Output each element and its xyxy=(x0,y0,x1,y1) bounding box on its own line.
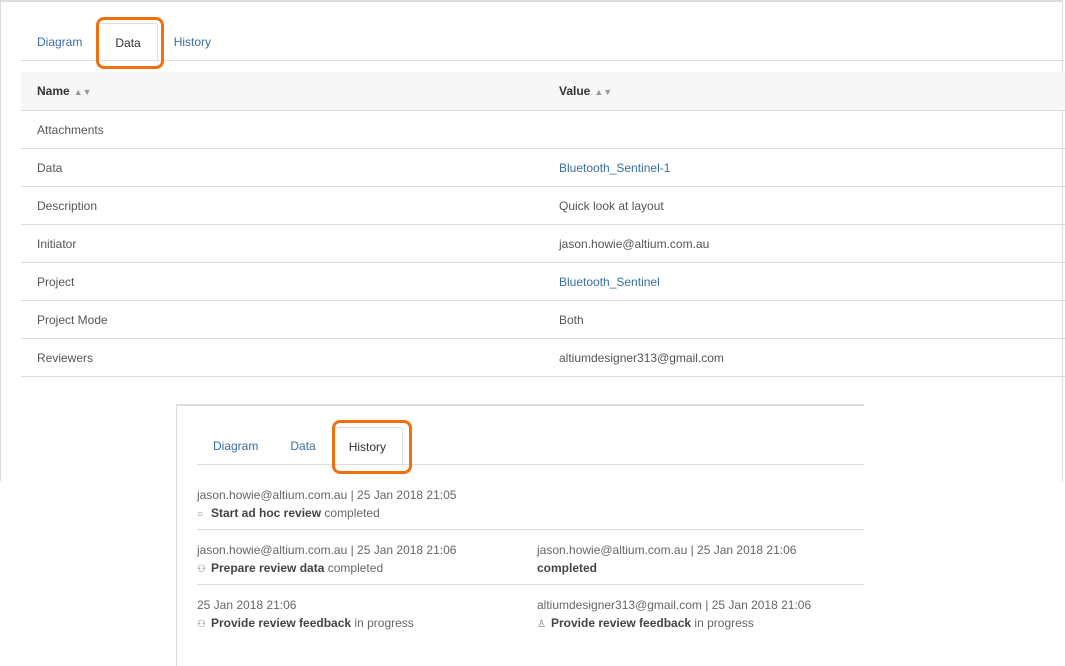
tab-history[interactable]: History xyxy=(331,427,404,467)
entry-meta: 25 Jan 2018 21:06 xyxy=(197,598,297,612)
row-name: Project Mode xyxy=(21,300,543,339)
table-row: Attachments xyxy=(21,110,1065,149)
row-value: altiumdesigner313@gmail.com xyxy=(543,338,1065,377)
table-row: Initiator jason.howie@altium.com.au xyxy=(21,224,1065,263)
user-check-icon: ⚇ xyxy=(197,564,206,575)
row-value: Bluetooth_Sentinel-1 xyxy=(543,148,1065,187)
task-name: Prepare review data xyxy=(211,561,325,575)
task-status: completed xyxy=(537,561,598,575)
tab-bar: Diagram Data History xyxy=(197,427,404,467)
column-header-value[interactable]: Value ▲▼ xyxy=(543,72,1065,111)
table-row: Project Mode Both xyxy=(21,300,1065,339)
value-text: jason.howie@altium.com.au xyxy=(559,236,710,251)
value-text: Quick look at layout xyxy=(559,198,664,213)
row-value: Bluetooth_Sentinel xyxy=(543,262,1065,301)
history-entry: altiumdesigner313@gmail.com | 25 Jan 201… xyxy=(537,596,811,634)
task-name: Provide review feedback xyxy=(551,616,692,630)
tab-diagram[interactable]: Diagram xyxy=(21,23,98,61)
tab-divider xyxy=(21,60,1064,61)
entry-meta: jason.howie@altium.com.au | 25 Jan 2018 … xyxy=(537,543,797,557)
row-value xyxy=(543,110,1065,149)
task-status: completed xyxy=(324,506,380,520)
sort-icon[interactable]: ▲▼ xyxy=(594,87,612,97)
task-name: Provide review feedback xyxy=(211,616,352,630)
table-row: Description Quick look at layout xyxy=(21,186,1065,225)
task-status: completed xyxy=(327,561,384,575)
tab-bar: Diagram Data History xyxy=(21,23,227,63)
table-row: Reviewers altiumdesigner313@gmail.com xyxy=(21,338,1065,377)
user-icon: ♙ xyxy=(537,619,546,630)
task-status: in progress xyxy=(354,616,414,630)
value-text: altiumdesigner313@gmail.com xyxy=(559,350,724,365)
row-name: Initiator xyxy=(21,224,543,263)
history-entry: 25 Jan 2018 21:06 ⚇ Provide review feedbac… xyxy=(197,596,414,634)
circle-icon: ○ xyxy=(197,509,204,520)
row-name: Reviewers xyxy=(21,338,543,377)
entry-meta: altiumdesigner313@gmail.com | 25 Jan 201… xyxy=(537,598,812,612)
row-value: Quick look at layout xyxy=(543,186,1065,225)
column-header-name[interactable]: Name ▲▼ xyxy=(21,72,543,111)
row-name: Data xyxy=(21,148,543,187)
row-name: Attachments xyxy=(21,110,543,149)
tab-history[interactable]: History xyxy=(158,23,227,61)
history-entry: jason.howie@altium.com.au | 25 Jan 2018 … xyxy=(537,541,796,577)
row-name: Description xyxy=(21,186,543,225)
sort-icon[interactable]: ▲▼ xyxy=(74,87,92,97)
entry-meta: jason.howie@altium.com.au | 25 Jan 2018 … xyxy=(197,543,457,557)
tab-diagram[interactable]: Diagram xyxy=(197,427,274,465)
data-table: Name ▲▼ Value ▲▼ Attachments Data Bluetooth_… xyxy=(21,72,1065,377)
tab-data[interactable]: Data xyxy=(98,23,158,63)
row-value: Both xyxy=(543,300,1065,339)
value-link[interactable]: Bluetooth_Sentinel xyxy=(559,275,660,289)
history-entry: jason.howie@altium.com.au | 25 Jan 2018 … xyxy=(197,486,456,524)
divider xyxy=(197,584,864,585)
row-value: jason.howie@altium.com.au xyxy=(543,224,1065,263)
table-row: Data Bluetooth_Sentinel-1 xyxy=(21,148,1065,187)
divider xyxy=(197,529,864,530)
tab-divider xyxy=(197,464,864,465)
table-row: Project Bluetooth_Sentinel xyxy=(21,262,1065,301)
column-label: Value xyxy=(559,84,591,98)
entry-meta: jason.howie@altium.com.au | 25 Jan 2018 … xyxy=(197,488,457,502)
tab-data[interactable]: Data xyxy=(274,427,331,465)
history-entry: jason.howie@altium.com.au | 25 Jan 2018 … xyxy=(197,541,456,579)
column-label: Name xyxy=(37,84,70,98)
users-icon: ⚇ xyxy=(197,619,206,630)
value-text: Both xyxy=(559,312,584,327)
task-name: Start ad hoc review xyxy=(211,506,322,520)
value-link[interactable]: Bluetooth_Sentinel-1 xyxy=(559,161,670,175)
row-name: Project xyxy=(21,262,543,301)
task-status: in progress xyxy=(694,616,754,630)
